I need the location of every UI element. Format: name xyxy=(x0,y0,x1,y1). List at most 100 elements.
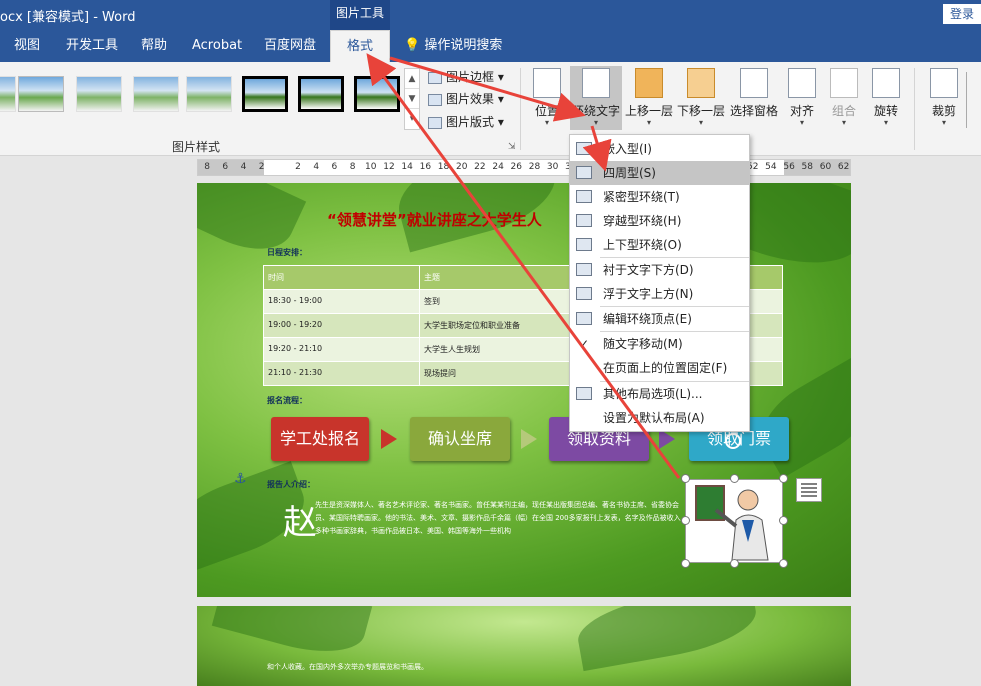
layout-options-icon[interactable] xyxy=(796,478,822,502)
ruler-tick: 18 xyxy=(437,162,450,172)
selection-pane-label: 选择窗格 xyxy=(729,104,778,118)
leaf-decoration xyxy=(211,606,373,665)
scroll-up-icon[interactable]: ▲ xyxy=(405,69,419,89)
picture-style-thumb[interactable] xyxy=(354,76,400,112)
gallery-more-icon[interactable]: ▾ xyxy=(405,109,419,129)
resize-handle[interactable] xyxy=(681,474,690,483)
menu-item-more-layout-options[interactable]: 其他布局选项(L)... xyxy=(570,382,749,406)
menu-item-top-bottom[interactable]: 上下型环绕(O) xyxy=(570,233,749,257)
flow-arrow-icon xyxy=(521,429,537,449)
menu-item-label: 随文字移动(M) xyxy=(603,337,683,351)
picture-style-thumb[interactable] xyxy=(298,76,344,112)
resize-handle[interactable] xyxy=(779,516,788,525)
selection-pane-icon xyxy=(740,68,768,98)
gallery-scroll[interactable]: ▲ ▼ ▾ xyxy=(404,68,420,130)
edit-wrap-points-icon xyxy=(576,312,592,325)
bio-initial: 赵 xyxy=(283,503,317,543)
resize-handle[interactable] xyxy=(779,559,788,568)
tab-format[interactable]: 格式 xyxy=(330,30,390,62)
table-cell: 21:10 - 21:30 xyxy=(263,361,420,386)
table-cell: 18:30 - 19:00 xyxy=(263,289,420,314)
flow-arrow-icon xyxy=(381,429,397,449)
menu-item-tight[interactable]: 紧密型环绕(T) xyxy=(570,185,749,209)
picture-layout-label: 图片版式 xyxy=(446,115,495,129)
wrap-text-button[interactable]: 环绕文字 ▾ xyxy=(570,66,622,130)
picture-effects-command[interactable]: 图片效果 ▾ xyxy=(428,88,504,110)
menu-item-label: 在页面上的位置固定(F) xyxy=(603,361,728,375)
divider xyxy=(914,68,915,150)
position-label: 位置 xyxy=(534,104,559,118)
resize-handle[interactable] xyxy=(779,474,788,483)
picture-styles-group-label: 图片样式 xyxy=(172,140,221,154)
send-backward-button[interactable]: 下移一层 ▾ xyxy=(676,66,726,130)
picture-style-thumb[interactable] xyxy=(186,76,232,112)
picture-style-thumb[interactable] xyxy=(18,76,64,112)
ruler-tick: 6 xyxy=(331,162,338,172)
menu-item-in-front-of-text[interactable]: 浮于文字上方(N) xyxy=(570,282,749,306)
document-page[interactable]: “领慧讲堂”就业讲座之大学生人 日程安排： 时间 主题 18:30 - 19:0… xyxy=(197,183,851,597)
rotate-button[interactable]: 旋转 ▾ xyxy=(870,66,902,130)
selection-pane-button[interactable]: 选择窗格 xyxy=(728,66,780,130)
tab-help[interactable]: 帮助 xyxy=(141,30,167,62)
tight-wrap-icon xyxy=(576,190,592,203)
flow-arrow-icon xyxy=(659,429,675,449)
menu-item-label: 衬于文字下方(D) xyxy=(603,263,694,277)
tab-baidu-netdisk[interactable]: 百度网盘 xyxy=(264,30,316,62)
ribbon: ▲ ▼ ▾ 图片样式 图片边框 ▾ 图片效果 ▾ 图片版式 ▾ ⇲ 位置 ▾ 环绕… xyxy=(0,62,981,156)
crop-icon xyxy=(930,68,958,98)
scroll-down-icon[interactable]: ▼ xyxy=(405,89,419,109)
crop-button[interactable]: 裁剪 ▾ xyxy=(926,66,962,130)
top-bottom-wrap-icon xyxy=(576,238,592,251)
menu-item-label: 编辑环绕顶点(E) xyxy=(603,312,692,326)
picture-style-thumb[interactable] xyxy=(76,76,122,112)
ruler-tick: 20 xyxy=(455,162,468,172)
tell-me-search[interactable]: 💡 操作说明搜索 xyxy=(404,30,502,62)
tab-view[interactable]: 视图 xyxy=(14,30,40,62)
picture-style-thumb[interactable] xyxy=(242,76,288,112)
login-button[interactable]: 登录 xyxy=(943,4,981,24)
bring-forward-icon xyxy=(635,68,663,98)
size-icon[interactable] xyxy=(966,72,980,128)
dialog-launcher-icon[interactable]: ⇲ xyxy=(508,142,516,152)
ruler-tick: 54 xyxy=(765,162,777,172)
menu-item-behind-text[interactable]: 衬于文字下方(D) xyxy=(570,258,749,282)
ruler-tick: 2 xyxy=(258,162,265,172)
flow-step: 学工处报名 xyxy=(271,417,369,461)
tab-acrobat[interactable]: Acrobat xyxy=(192,30,242,62)
menu-item-inline[interactable]: 嵌入型(I) xyxy=(570,137,749,161)
horizontal-ruler[interactable]: 8642246810121416182022242628303234363840… xyxy=(197,159,851,176)
ribbon-tabs: 视图 开发工具 帮助 Acrobat 百度网盘 格式 💡 操作说明搜索 xyxy=(0,30,981,62)
menu-item-set-default-layout[interactable]: 设置为默认布局(A) xyxy=(570,406,749,430)
teacher-illustration-icon xyxy=(695,485,769,561)
group-button[interactable]: 组合 ▾ xyxy=(828,66,860,130)
bio-text: 先生是资深媒体人、著名艺术评论家、著名书画家。曾任某某刊主编，现任某出版集团总编… xyxy=(315,501,681,535)
rotate-handle-icon[interactable] xyxy=(725,433,741,449)
menu-item-edit-wrap-points[interactable]: 编辑环绕顶点(E) xyxy=(570,307,749,331)
picture-style-thumb[interactable] xyxy=(0,76,16,112)
menu-item-square[interactable]: 四周型(S) xyxy=(570,161,749,185)
flow-step: 确认坐席 xyxy=(410,417,510,461)
picture-layout-icon xyxy=(428,116,442,129)
checkmark-icon: ✓ xyxy=(579,337,590,351)
menu-item-move-with-text[interactable]: ✓ 随文字移动(M) xyxy=(570,332,749,356)
picture-layout-command[interactable]: 图片版式 ▾ xyxy=(428,111,504,133)
resize-handle[interactable] xyxy=(730,559,739,568)
menu-item-through[interactable]: 穿越型环绕(H) xyxy=(570,209,749,233)
resize-handle[interactable] xyxy=(730,474,739,483)
ruler-tick: 14 xyxy=(401,162,413,172)
tab-developer[interactable]: 开发工具 xyxy=(66,30,118,62)
resize-handle[interactable] xyxy=(681,559,690,568)
ruler-tick: 8 xyxy=(204,162,210,172)
align-button[interactable]: 对齐 ▾ xyxy=(786,66,818,130)
teacher-clipart-image[interactable] xyxy=(685,479,783,563)
picture-border-command[interactable]: 图片边框 ▾ xyxy=(428,66,504,88)
position-button[interactable]: 位置 ▾ xyxy=(530,66,564,130)
send-backward-label: 下移一层 xyxy=(676,104,725,118)
resize-handle[interactable] xyxy=(681,516,690,525)
picture-style-thumb[interactable] xyxy=(133,76,179,112)
menu-item-fix-position[interactable]: 在页面上的位置固定(F) xyxy=(570,356,749,380)
bring-forward-button[interactable]: 上移一层 ▾ xyxy=(624,66,674,130)
align-label: 对齐 xyxy=(789,104,814,118)
document-page-2[interactable]: 和个人收藏。在国内外多次举办专题展览和书画展。 xyxy=(197,606,851,686)
ruler-tick: 6 xyxy=(222,162,229,172)
